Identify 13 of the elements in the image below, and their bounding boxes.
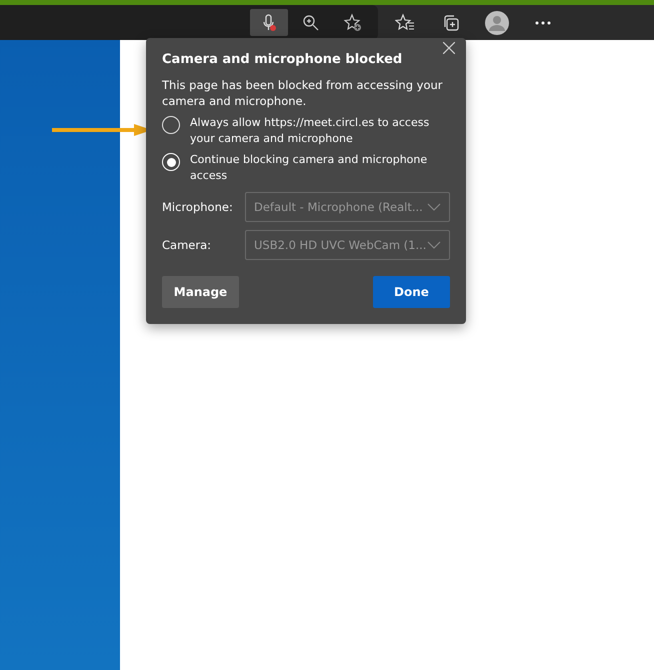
- dialog-message: This page has been blocked from accessing your camera and microphone.: [162, 77, 444, 109]
- option-label[interactable]: Continue blocking camera and microphone access: [190, 152, 450, 184]
- manage-button[interactable]: Manage: [162, 276, 239, 308]
- dialog-title: Camera and microphone blocked: [162, 52, 404, 67]
- radio-button[interactable]: [162, 116, 180, 134]
- done-button[interactable]: Done: [373, 276, 450, 308]
- chevron-down-icon: [427, 241, 441, 249]
- chevron-down-icon: [427, 203, 441, 211]
- field-label: Camera:: [162, 238, 212, 252]
- close-icon[interactable]: [442, 42, 456, 56]
- option-label[interactable]: Always allow https://meet.circl.es to access your camera and microphone: [190, 115, 450, 147]
- microphone-blocked-button[interactable]: [250, 9, 288, 36]
- field-label: Microphone:: [162, 200, 234, 214]
